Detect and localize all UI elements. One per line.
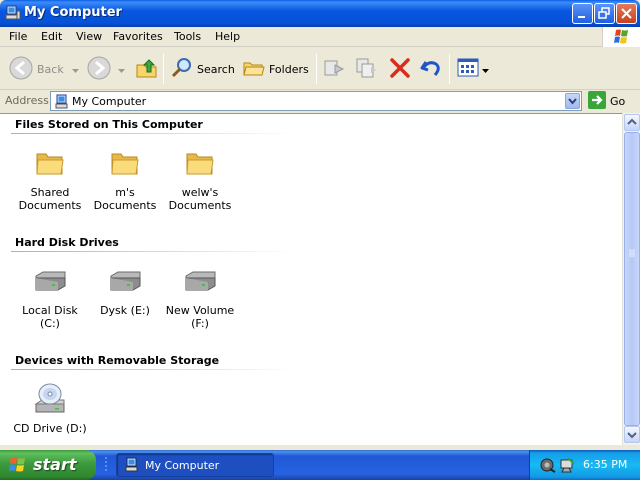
taskbar-grip bbox=[104, 456, 108, 477]
folders-icon bbox=[242, 56, 266, 83]
group-title-files: Files Stored on This Computer bbox=[15, 118, 203, 131]
scroll-thumb[interactable] bbox=[624, 132, 640, 426]
hard-disk-icon bbox=[108, 270, 142, 295]
list-item-dysk-e[interactable]: Dysk (E:) bbox=[87, 262, 163, 317]
group-divider bbox=[11, 369, 296, 370]
views-button[interactable] bbox=[456, 54, 489, 84]
my-computer-icon bbox=[5, 5, 21, 21]
list-item-shared-documents[interactable]: Shared Documents bbox=[12, 144, 88, 212]
item-label: Shared Documents bbox=[18, 186, 82, 212]
windows-logo-icon bbox=[602, 27, 640, 47]
cd-drive-icon bbox=[33, 382, 67, 419]
item-label: New Volume (F:) bbox=[165, 304, 235, 330]
scroll-down-button[interactable] bbox=[624, 426, 640, 443]
group-title-hard-disks: Hard Disk Drives bbox=[15, 236, 119, 249]
forward-arrow-icon bbox=[86, 55, 112, 84]
item-label: Dysk (E:) bbox=[100, 304, 150, 317]
search-label: Search bbox=[197, 62, 235, 76]
list-item-cd-drive-d[interactable]: CD Drive (D:) bbox=[12, 380, 88, 435]
file-view[interactable]: Files Stored on This Computer Shared Doc… bbox=[0, 113, 622, 445]
move-to-icon bbox=[322, 56, 346, 83]
list-item-local-disk-c[interactable]: Local Disk (C:) bbox=[12, 262, 88, 330]
undo-button[interactable] bbox=[419, 54, 443, 84]
address-bar: Address My Computer Go bbox=[0, 90, 640, 112]
address-input[interactable]: My Computer bbox=[50, 91, 582, 111]
address-dropdown-button[interactable] bbox=[565, 93, 580, 109]
scroll-up-button[interactable] bbox=[624, 114, 640, 131]
clock: 6:35 PM bbox=[583, 458, 628, 471]
list-item-m-documents[interactable]: m's Documents bbox=[87, 144, 163, 212]
list-item-new-volume-f[interactable]: New Volume (F:) bbox=[162, 262, 238, 330]
system-tray: 6:35 PM bbox=[529, 450, 640, 480]
safely-remove-hardware-icon[interactable] bbox=[558, 456, 576, 477]
item-label: welw's Documents bbox=[168, 186, 232, 212]
search-button[interactable]: Search bbox=[170, 54, 235, 84]
folder-icon bbox=[185, 149, 215, 180]
back-arrow-icon bbox=[8, 55, 34, 84]
move-to-button[interactable] bbox=[322, 54, 346, 84]
forward-button[interactable] bbox=[86, 54, 125, 84]
folders-label: Folders bbox=[269, 62, 309, 76]
up-folder-icon bbox=[135, 56, 159, 83]
start-label: start bbox=[33, 455, 77, 474]
my-computer-icon bbox=[54, 94, 70, 113]
menu-tools[interactable]: Tools bbox=[174, 30, 201, 43]
group-divider bbox=[11, 251, 296, 252]
taskbar-item-my-computer[interactable]: My Computer bbox=[116, 453, 274, 477]
menu-view[interactable]: View bbox=[76, 30, 102, 43]
delete-icon bbox=[388, 56, 412, 83]
taskbar-item-label: My Computer bbox=[145, 459, 220, 472]
minimize-button[interactable] bbox=[572, 3, 593, 24]
group-divider bbox=[11, 133, 296, 134]
restore-button[interactable] bbox=[594, 3, 615, 24]
item-label: m's Documents bbox=[93, 186, 157, 212]
back-button[interactable]: Back bbox=[8, 54, 79, 84]
go-label: Go bbox=[610, 94, 626, 108]
vertical-scrollbar[interactable] bbox=[622, 113, 640, 445]
folder-icon bbox=[35, 149, 65, 180]
my-computer-icon bbox=[124, 457, 140, 476]
go-arrow-icon bbox=[588, 90, 606, 112]
search-icon bbox=[170, 56, 194, 83]
views-dropdown-icon[interactable] bbox=[482, 63, 489, 76]
back-dropdown-icon[interactable] bbox=[71, 63, 79, 76]
group-title-removable: Devices with Removable Storage bbox=[15, 354, 220, 367]
start-button[interactable]: start bbox=[0, 450, 96, 480]
folder-icon bbox=[110, 149, 140, 180]
menu-favorites[interactable]: Favorites bbox=[113, 30, 163, 43]
taskbar: start My Computer 6:35 PM bbox=[0, 450, 640, 480]
views-icon bbox=[456, 56, 480, 83]
copy-to-icon bbox=[354, 56, 378, 83]
folders-button[interactable]: Folders bbox=[242, 54, 309, 84]
network-icon[interactable] bbox=[539, 456, 557, 477]
hard-disk-icon bbox=[183, 270, 217, 295]
copy-to-button[interactable] bbox=[354, 54, 378, 84]
item-label: CD Drive (D:) bbox=[13, 422, 87, 435]
title-bar[interactable]: My Computer bbox=[0, 0, 640, 27]
hard-disk-icon bbox=[33, 270, 67, 295]
menu-bar: File Edit View Favorites Tools Help bbox=[0, 27, 640, 47]
go-button[interactable]: Go bbox=[588, 90, 626, 112]
window-title: My Computer bbox=[24, 5, 122, 20]
windows-flag-icon bbox=[9, 456, 29, 477]
address-value: My Computer bbox=[72, 95, 147, 108]
toolbar: Back Search Folders bbox=[0, 48, 640, 90]
undo-icon bbox=[419, 56, 443, 83]
menu-edit[interactable]: Edit bbox=[41, 30, 62, 43]
up-folder-button[interactable] bbox=[135, 54, 159, 84]
delete-button[interactable] bbox=[388, 54, 412, 84]
back-label: Back bbox=[37, 62, 64, 76]
close-button[interactable] bbox=[616, 3, 637, 24]
item-label: Local Disk (C:) bbox=[22, 304, 78, 330]
forward-dropdown-icon[interactable] bbox=[118, 63, 125, 76]
menu-file[interactable]: File bbox=[9, 30, 27, 43]
menu-help[interactable]: Help bbox=[215, 30, 240, 43]
address-label: Address bbox=[5, 94, 49, 107]
list-item-welw-documents[interactable]: welw's Documents bbox=[162, 144, 238, 212]
